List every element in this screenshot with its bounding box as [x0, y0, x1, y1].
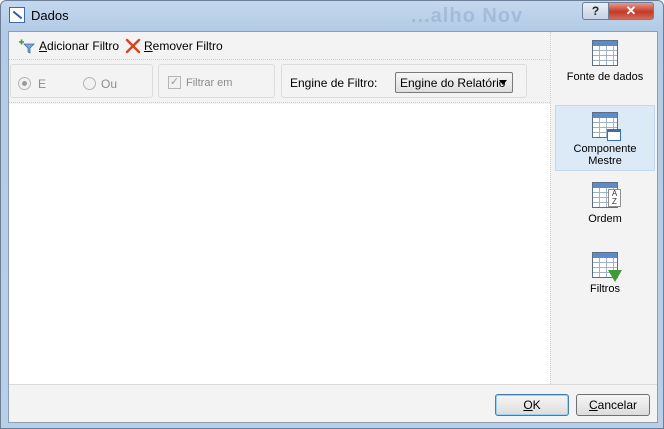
radio-and[interactable] — [18, 77, 31, 90]
radio-or-label: Ou — [101, 77, 118, 91]
filter-in-label: Filtrar em — [186, 77, 233, 89]
remove-filter-icon — [125, 38, 141, 54]
sidebar-item-label: Fonte de dados — [566, 71, 644, 83]
filter-in-group: ✓ Filtrar em — [158, 64, 275, 98]
sidebar-item-label: Filtros — [590, 283, 620, 295]
remove-filter-label: emover Filtro — [152, 39, 223, 53]
filter-options: E Ou ✓ Filtrar em Engine de Filtro: Engi… — [9, 63, 550, 103]
window-title: Dados — [31, 8, 69, 23]
dialog-footer: OK Cancelar — [9, 384, 657, 422]
filter-list-area[interactable] — [9, 104, 550, 384]
engine-group: Engine de Filtro: Engine do Relatório — [281, 64, 527, 98]
radio-or[interactable] — [83, 77, 96, 90]
help-button[interactable]: ? — [582, 2, 609, 20]
sidebar-item-filters[interactable]: Filtros — [555, 252, 655, 308]
engine-select[interactable]: Engine do Relatório — [395, 72, 513, 93]
dialog-client: Adicionar Filtro Remover Filtro E Ou ✓ F… — [8, 31, 658, 423]
filter-icon — [592, 252, 622, 282]
filter-toolbar: Adicionar Filtro Remover Filtro — [9, 32, 550, 60]
master-component-icon — [592, 112, 621, 141]
app-icon — [9, 7, 25, 23]
engine-select-value: Engine do Relatório — [400, 76, 506, 90]
chevron-down-icon — [499, 80, 507, 85]
remove-filter-button[interactable]: Remover Filtro — [125, 38, 223, 54]
radio-and-label: E — [38, 77, 47, 91]
sidebar-item-master-component[interactable]: Componente Mestre — [555, 105, 655, 171]
data-source-icon — [592, 40, 618, 66]
cancel-button[interactable]: Cancelar — [576, 394, 650, 416]
background-title-ghost: ...alho Nov — [411, 5, 524, 27]
sidebar: Fonte de dados Componente Mestre AZ Orde… — [550, 32, 657, 384]
dialog-window: Dados ...alho Nov ? ✕ Adicionar Filtro R… — [0, 0, 664, 429]
filter-panel: Adicionar Filtro Remover Filtro E Ou ✓ F… — [9, 32, 550, 384]
sidebar-item-data-source[interactable]: Fonte de dados — [555, 40, 655, 102]
add-filter-accel: A — [39, 39, 48, 53]
add-filter-label: dicionar Filtro — [47, 39, 120, 53]
sidebar-item-order[interactable]: AZ Ordem — [555, 182, 655, 238]
filter-in-checkbox[interactable]: ✓ — [168, 76, 181, 89]
sidebar-item-label: Ordem — [588, 213, 622, 225]
engine-label: Engine de Filtro: — [290, 76, 378, 90]
remove-filter-accel: R — [144, 39, 153, 53]
add-filter-button[interactable]: Adicionar Filtro — [18, 38, 119, 54]
logic-group: E Ou — [10, 64, 153, 98]
ok-button[interactable]: OK — [495, 394, 569, 416]
close-button[interactable]: ✕ — [608, 2, 654, 20]
title-bar[interactable]: Dados ...alho Nov ? ✕ — [1, 1, 663, 31]
sidebar-item-label: Componente Mestre — [573, 143, 637, 167]
sort-order-icon: AZ — [592, 182, 621, 208]
add-filter-icon — [19, 39, 35, 54]
